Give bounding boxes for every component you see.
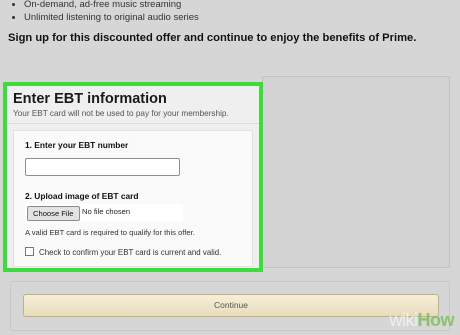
ebt-number-label: 1. Enter your EBT number: [25, 140, 129, 150]
continue-area: Continue: [10, 281, 450, 331]
wikihow-watermark: wikiHow: [390, 310, 455, 331]
ebt-panel-header: Enter EBT information Your EBT card will…: [7, 86, 259, 124]
confirm-row[interactable]: Check to confirm your EBT card is curren…: [25, 247, 221, 257]
benefit-item: Unlimited listening to original audio se…: [10, 11, 199, 24]
confirm-checkbox[interactable]: [25, 247, 34, 256]
signup-heading: Sign up for this discounted offer and co…: [8, 32, 417, 44]
ebt-panel-title: Enter EBT information: [13, 91, 167, 107]
ebt-number-input[interactable]: [25, 158, 180, 176]
watermark-wiki: wiki: [389, 310, 419, 330]
ebt-info-panel: Enter EBT information Your EBT card will…: [3, 82, 263, 272]
ebt-form: 1. Enter your EBT number 2. Upload image…: [13, 130, 253, 267]
confirm-label: Check to confirm your EBT card is curren…: [39, 248, 222, 257]
no-file-chosen-text: No file chosen: [82, 207, 131, 216]
side-panel: [262, 76, 450, 268]
ebt-panel-subtitle: Your EBT card will not be used to pay fo…: [13, 109, 229, 118]
choose-file-button[interactable]: Choose File: [27, 206, 80, 221]
watermark-how: How: [417, 310, 455, 330]
benefit-item: On-demand, ad-free music streaming: [10, 0, 199, 11]
file-upload-field[interactable]: Choose File No file chosen: [25, 204, 183, 221]
benefits-list: On-demand, ad-free music streaming Unlim…: [10, 0, 199, 24]
requirement-note: A valid EBT card is required to qualify …: [25, 228, 195, 237]
continue-button[interactable]: Continue: [23, 294, 439, 317]
upload-label: 2. Upload image of EBT card: [25, 191, 139, 201]
